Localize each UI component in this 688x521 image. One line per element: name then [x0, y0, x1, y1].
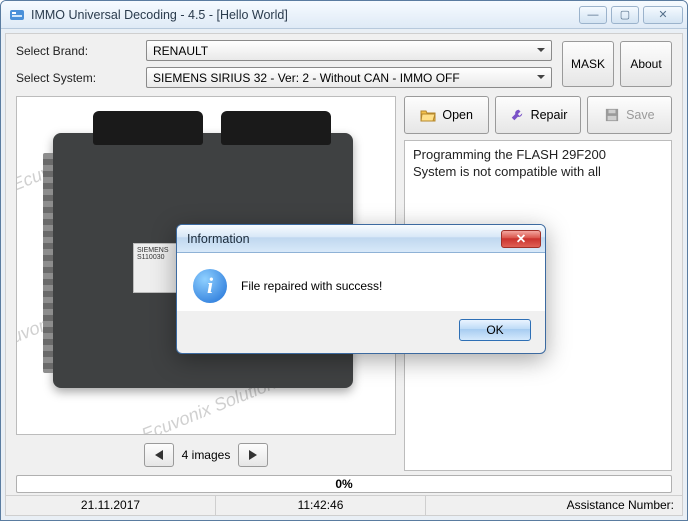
image-pager: 4 images	[16, 439, 396, 471]
wrench-icon	[509, 108, 525, 122]
open-button[interactable]: Open	[404, 96, 489, 134]
open-label: Open	[442, 108, 473, 122]
ecu-connector	[221, 111, 331, 145]
status-bar: 21.11.2017 11:42:46 Assistance Number:	[6, 495, 682, 515]
status-assist: Assistance Number:	[426, 496, 682, 515]
dialog-title: Information	[187, 232, 501, 246]
minimize-button[interactable]: —	[579, 6, 607, 24]
dialog-body: i File repaired with success!	[177, 253, 545, 311]
status-date: 21.11.2017	[6, 496, 216, 515]
log-line: System is not compatible with all	[413, 164, 663, 181]
prev-image-button[interactable]	[144, 443, 174, 467]
info-icon: i	[193, 269, 227, 303]
system-value: SIEMENS SIRIUS 32 - Ver: 2 - Without CAN…	[153, 71, 460, 85]
action-bar: Open Repair Save	[404, 96, 672, 134]
mask-button[interactable]: MASK	[562, 41, 614, 87]
repair-button[interactable]: Repair	[495, 96, 580, 134]
app-icon	[9, 7, 25, 23]
system-combo[interactable]: SIEMENS SIRIUS 32 - Ver: 2 - Without CAN…	[146, 67, 552, 88]
progress-text: 0%	[335, 477, 352, 491]
log-line: Programming the FLASH 29F200	[413, 147, 663, 164]
about-button[interactable]: About	[620, 41, 672, 87]
dialog-titlebar[interactable]: Information ✕	[177, 225, 545, 253]
next-image-button[interactable]	[238, 443, 268, 467]
close-button[interactable]: ✕	[643, 6, 683, 24]
system-label: Select System:	[16, 71, 146, 85]
dialog-footer: OK	[177, 311, 545, 353]
progress-bar: 0%	[16, 475, 672, 493]
client-area: Select Brand: RENAULT Select System: SIE…	[5, 33, 683, 516]
save-button[interactable]: Save	[587, 96, 672, 134]
ecu-connector	[93, 111, 203, 145]
floppy-icon	[604, 108, 620, 122]
brand-value: RENAULT	[153, 44, 208, 58]
window-controls: — ▢ ✕	[575, 6, 683, 24]
titlebar[interactable]: IMMO Universal Decoding - 4.5 - [Hello W…	[1, 1, 687, 29]
folder-open-icon	[420, 108, 436, 122]
dialog-message: File repaired with success!	[241, 279, 382, 293]
save-label: Save	[626, 108, 655, 122]
selector-row: Select Brand: RENAULT Select System: SIE…	[6, 34, 682, 88]
app-window: IMMO Universal Decoding - 4.5 - [Hello W…	[0, 0, 688, 521]
pager-label: 4 images	[182, 448, 231, 462]
maximize-button[interactable]: ▢	[611, 6, 639, 24]
dialog-close-button[interactable]: ✕	[501, 230, 541, 248]
status-time: 11:42:46	[216, 496, 426, 515]
info-dialog: Information ✕ i File repaired with succe…	[176, 224, 546, 354]
brand-combo[interactable]: RENAULT	[146, 40, 552, 61]
window-title: IMMO Universal Decoding - 4.5 - [Hello W…	[31, 8, 575, 22]
ok-button[interactable]: OK	[459, 319, 531, 341]
brand-label: Select Brand:	[16, 44, 146, 58]
repair-label: Repair	[531, 108, 568, 122]
